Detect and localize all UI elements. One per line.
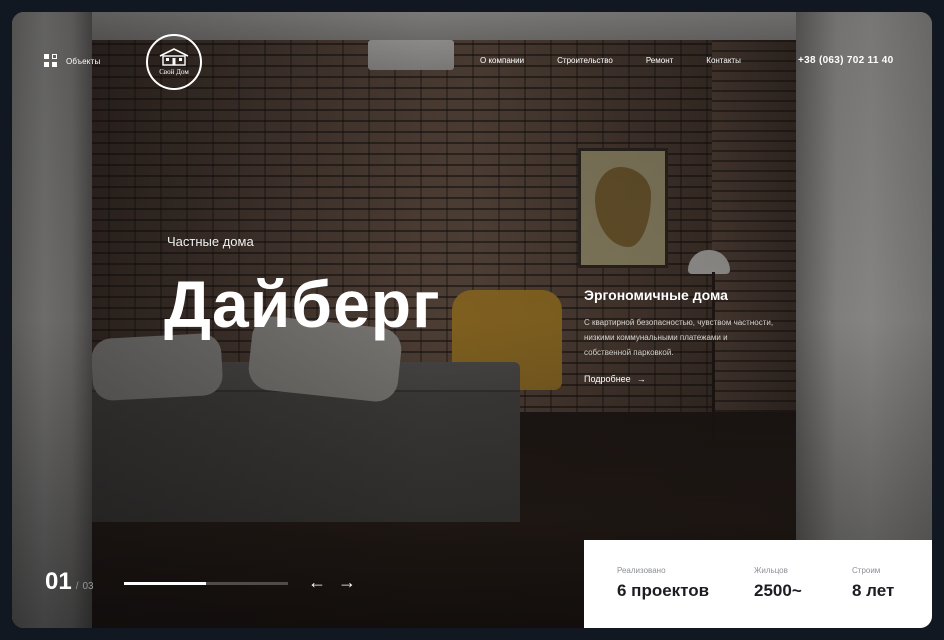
main-nav: О компании Строительство Ремонт Контакты [480, 56, 741, 65]
nav-item-company[interactable]: О компании [480, 56, 524, 65]
feature-block: Эргономичные дома С квартирной безопасно… [584, 287, 774, 360]
page-frame: Объекты Свой Дом О компании Строительств… [12, 12, 932, 628]
stat-value: 2500~ [754, 581, 802, 600]
slide-counter: 01 / 03 [45, 568, 94, 596]
slide-progress-fill [124, 582, 206, 585]
more-link[interactable]: Подробнее → [584, 374, 646, 384]
stat-value: 8 лет [852, 581, 895, 600]
next-slide-button[interactable]: → [338, 572, 356, 592]
stat-realized: Реализовано 6 проектов [617, 566, 709, 601]
nav-item-contacts[interactable]: Контакты [706, 56, 741, 65]
stat-label: Реализовано [617, 566, 666, 575]
stats-panel: Реализовано 6 проектов Жильцов 2500~ Стр… [584, 540, 932, 628]
slide-current: 01 [45, 568, 72, 595]
slide-total: 03 [82, 581, 94, 592]
objects-menu-button[interactable]: Объекты [44, 54, 100, 68]
stat-label: Строим [852, 566, 881, 575]
company-logo[interactable]: Свой Дом [146, 34, 202, 90]
feature-title: Эргономичные дома [584, 287, 728, 303]
stat-years: Строим 8 лет [852, 566, 894, 601]
nav-item-repair[interactable]: Ремонт [646, 56, 673, 65]
prev-slide-button[interactable]: ← [308, 572, 326, 592]
hero-title: Дайберг [164, 267, 441, 341]
hero-background-image [12, 12, 932, 628]
grid-menu-icon [44, 54, 58, 68]
more-link-label: Подробнее [584, 374, 631, 384]
nav-item-construction[interactable]: Строительство [557, 56, 613, 65]
feature-description: С квартирной безопасностью, чувством час… [584, 318, 774, 357]
slide-progress-bar[interactable] [124, 582, 288, 585]
objects-menu-label: Объекты [66, 56, 101, 66]
arrow-right-icon: → [636, 374, 646, 384]
stat-label: Жильцов [754, 566, 788, 575]
slide-separator: / [75, 581, 79, 592]
logo-text: Свой Дом [159, 68, 189, 76]
phone-number-link[interactable]: +38 (063) 702 11 40 [798, 55, 894, 66]
hero-subtitle: Частные дома [167, 234, 254, 249]
stat-value: 6 проектов [617, 581, 710, 600]
house-logo-icon [159, 48, 189, 66]
stat-residents: Жильцов 2500~ [754, 566, 802, 601]
